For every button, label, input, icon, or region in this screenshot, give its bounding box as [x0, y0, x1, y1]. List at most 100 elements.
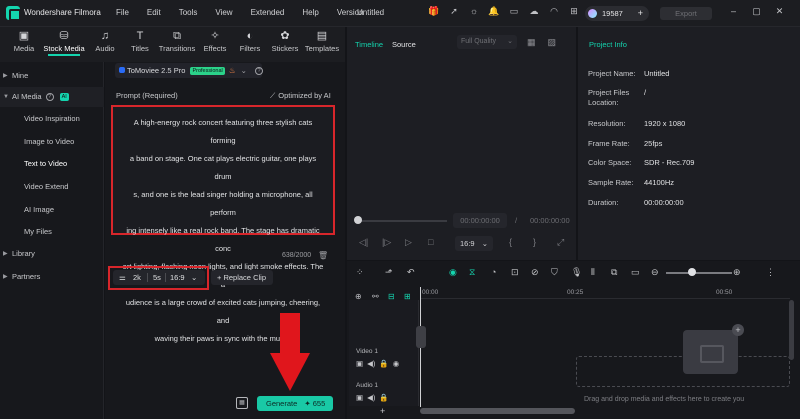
add-media-icon[interactable]: +	[732, 324, 744, 336]
tab-audio[interactable]: ♫ Audio	[90, 30, 120, 53]
replace-clip-button[interactable]: + Replace Clip	[211, 270, 273, 285]
notification-icon[interactable]: 🔔	[486, 6, 502, 20]
sidebar-item-text-to-video[interactable]: Text to Video	[0, 154, 104, 174]
ratio-value: 16:9	[460, 239, 475, 248]
minimize-icon[interactable]: –	[727, 6, 740, 17]
image-settings-icon[interactable]: ▦	[236, 397, 248, 409]
zoom-slider-handle[interactable]	[688, 268, 696, 276]
stop-icon[interactable]: □	[428, 237, 451, 248]
grid-icon[interactable]: ▦	[527, 37, 536, 48]
sidebar-item-ai-image[interactable]: AI Image	[0, 200, 104, 220]
trash-icon[interactable]: 🗑	[318, 251, 328, 260]
audio-mixer-icon[interactable]: ⫴	[591, 267, 595, 278]
model-selector[interactable]: ToMoviee 2.5 Pro Professional ♨ ⌄	[115, 63, 262, 78]
time-separator: /	[515, 216, 518, 225]
crop-icon[interactable]: ⊡	[511, 267, 519, 278]
snapshot-icon[interactable]: ▨	[548, 37, 557, 48]
help-icon[interactable]: ?	[45, 93, 54, 102]
zoom-in-icon[interactable]: ⊕	[733, 267, 741, 278]
microphone-icon[interactable]: 🎙	[571, 267, 582, 278]
sidebar-item-mine[interactable]: ▶ Mine	[0, 66, 104, 86]
generate-button[interactable]: Generate ✦ 655	[257, 396, 333, 411]
tab-source[interactable]: Source	[392, 40, 416, 49]
menu-edit[interactable]: Edit	[147, 8, 161, 17]
playhead-handle[interactable]	[416, 326, 426, 348]
tab-transitions[interactable]: ⧉ Transitions	[158, 30, 196, 53]
tab-media[interactable]: ▣ Media	[8, 30, 40, 53]
tab-effects[interactable]: ✧ Effects	[201, 30, 229, 53]
volume-icon[interactable]: ◀)	[367, 393, 375, 402]
color-match-icon[interactable]: ⊘	[531, 267, 539, 278]
menu-tools[interactable]: Tools	[179, 8, 198, 17]
ai-split-icon[interactable]: ⧖	[469, 267, 475, 278]
tab-titles[interactable]: T Titles	[126, 30, 154, 53]
sliders-icon: ⚌	[119, 273, 126, 282]
menu-file[interactable]: File	[116, 8, 129, 17]
tab-stickers[interactable]: ✿ Stickers	[270, 30, 300, 53]
shield-icon[interactable]: ⛉	[551, 267, 558, 278]
tab-timeline[interactable]: Timeline	[355, 40, 383, 49]
ratio-select[interactable]: 16:9 ⌄	[455, 236, 493, 251]
credits-badge[interactable]: 19587 +	[585, 6, 649, 21]
lock-icon[interactable]: 🔒	[379, 393, 388, 402]
quality-select[interactable]: Full Quality ⌄	[457, 35, 517, 49]
maximize-icon[interactable]: ▢	[750, 6, 763, 17]
optimized-by-ai-toggle[interactable]: Optimized by AI	[270, 91, 331, 101]
layout-icon[interactable]: ⁘	[356, 267, 364, 278]
menu-help[interactable]: Help	[302, 8, 318, 17]
zoom-slider[interactable]	[666, 272, 732, 274]
cloud-icon[interactable]: ☁	[526, 6, 542, 20]
vertical-scrollbar[interactable]	[789, 300, 794, 360]
ai-tool-icon[interactable]: ◉	[449, 267, 457, 278]
add-track-plus-icon[interactable]: +	[380, 406, 385, 416]
speed-icon[interactable]: ◔	[491, 267, 496, 277]
sidebar-item-my-files[interactable]: My Files	[0, 222, 104, 242]
sidebar-item-partners[interactable]: ▶ Partners	[0, 267, 104, 287]
next-frame-icon[interactable]: |▷	[382, 237, 405, 248]
export-button[interactable]: Export	[660, 7, 712, 20]
mark-in-icon[interactable]: {	[509, 237, 533, 248]
visibility-icon[interactable]: ◉	[393, 359, 400, 368]
gift-icon[interactable]: 🎁	[426, 6, 442, 20]
close-icon[interactable]: ✕	[773, 6, 786, 17]
generation-settings-button[interactable]: ⚌ 2k 5s 16:9 ⌄	[113, 270, 205, 285]
info-label: Duration:	[588, 198, 619, 207]
sidebar-item-label: My Files	[24, 227, 52, 236]
sidebar-item-image-to-video[interactable]: Image to Video	[0, 132, 104, 152]
tab-filters[interactable]: ◐ Filters	[237, 30, 263, 53]
copy-icon[interactable]: ⧉	[611, 267, 617, 278]
mark-out-icon[interactable]: }	[533, 237, 557, 248]
play-icon[interactable]: ▷	[405, 237, 428, 248]
sidebar-item-library[interactable]: ▶ Library	[0, 244, 104, 264]
help-icon[interactable]: ?	[255, 67, 263, 75]
menu-extended[interactable]: Extended	[251, 8, 285, 17]
undo-icon[interactable]: ↶	[407, 267, 415, 278]
sidebar-item-video-inspiration[interactable]: Video Inspiration	[0, 109, 104, 129]
scrubber-handle[interactable]	[354, 216, 362, 224]
preview-scrubber[interactable]	[357, 220, 447, 222]
sidebar-item-ai-media[interactable]: ▼ AI Media? AI	[0, 87, 104, 107]
lock-icon[interactable]: 🔒	[379, 359, 388, 368]
zoom-out-icon[interactable]: ⊖	[651, 267, 659, 278]
select-tool-icon[interactable]: ⬏	[385, 267, 393, 278]
timeline-ruler[interactable]	[420, 287, 790, 299]
brightness-icon[interactable]: ☼	[466, 6, 482, 20]
tab-stock-media[interactable]: ⛁ Stock Media	[40, 30, 88, 56]
prompt-textarea[interactable]: A high-energy rock concert featuring thr…	[111, 105, 335, 343]
horizontal-scrollbar[interactable]	[420, 408, 575, 414]
volume-icon[interactable]: ◀)	[367, 359, 375, 368]
apps-grid-icon[interactable]: ⊞	[566, 6, 582, 20]
previous-frame-icon[interactable]: ◁|	[359, 237, 382, 248]
tab-templates[interactable]: ▤ Templates	[303, 30, 341, 53]
add-credits-icon[interactable]: +	[638, 6, 643, 21]
headset-icon[interactable]: ◠	[546, 6, 562, 20]
sidebar-item-video-extend[interactable]: Video Extend	[0, 177, 104, 197]
menu-view[interactable]: View	[215, 8, 232, 17]
info-value: SDR - Rec.709	[644, 158, 695, 167]
send-icon[interactable]: ➚	[446, 6, 462, 20]
save-icon[interactable]: ▭	[506, 6, 522, 20]
stock-media-icon: ⛁	[59, 30, 69, 42]
more-options-icon[interactable]: ⋮	[766, 267, 775, 278]
total-time: 00:00:00:00	[530, 216, 570, 225]
subtitle-icon[interactable]: ▭	[631, 267, 640, 278]
